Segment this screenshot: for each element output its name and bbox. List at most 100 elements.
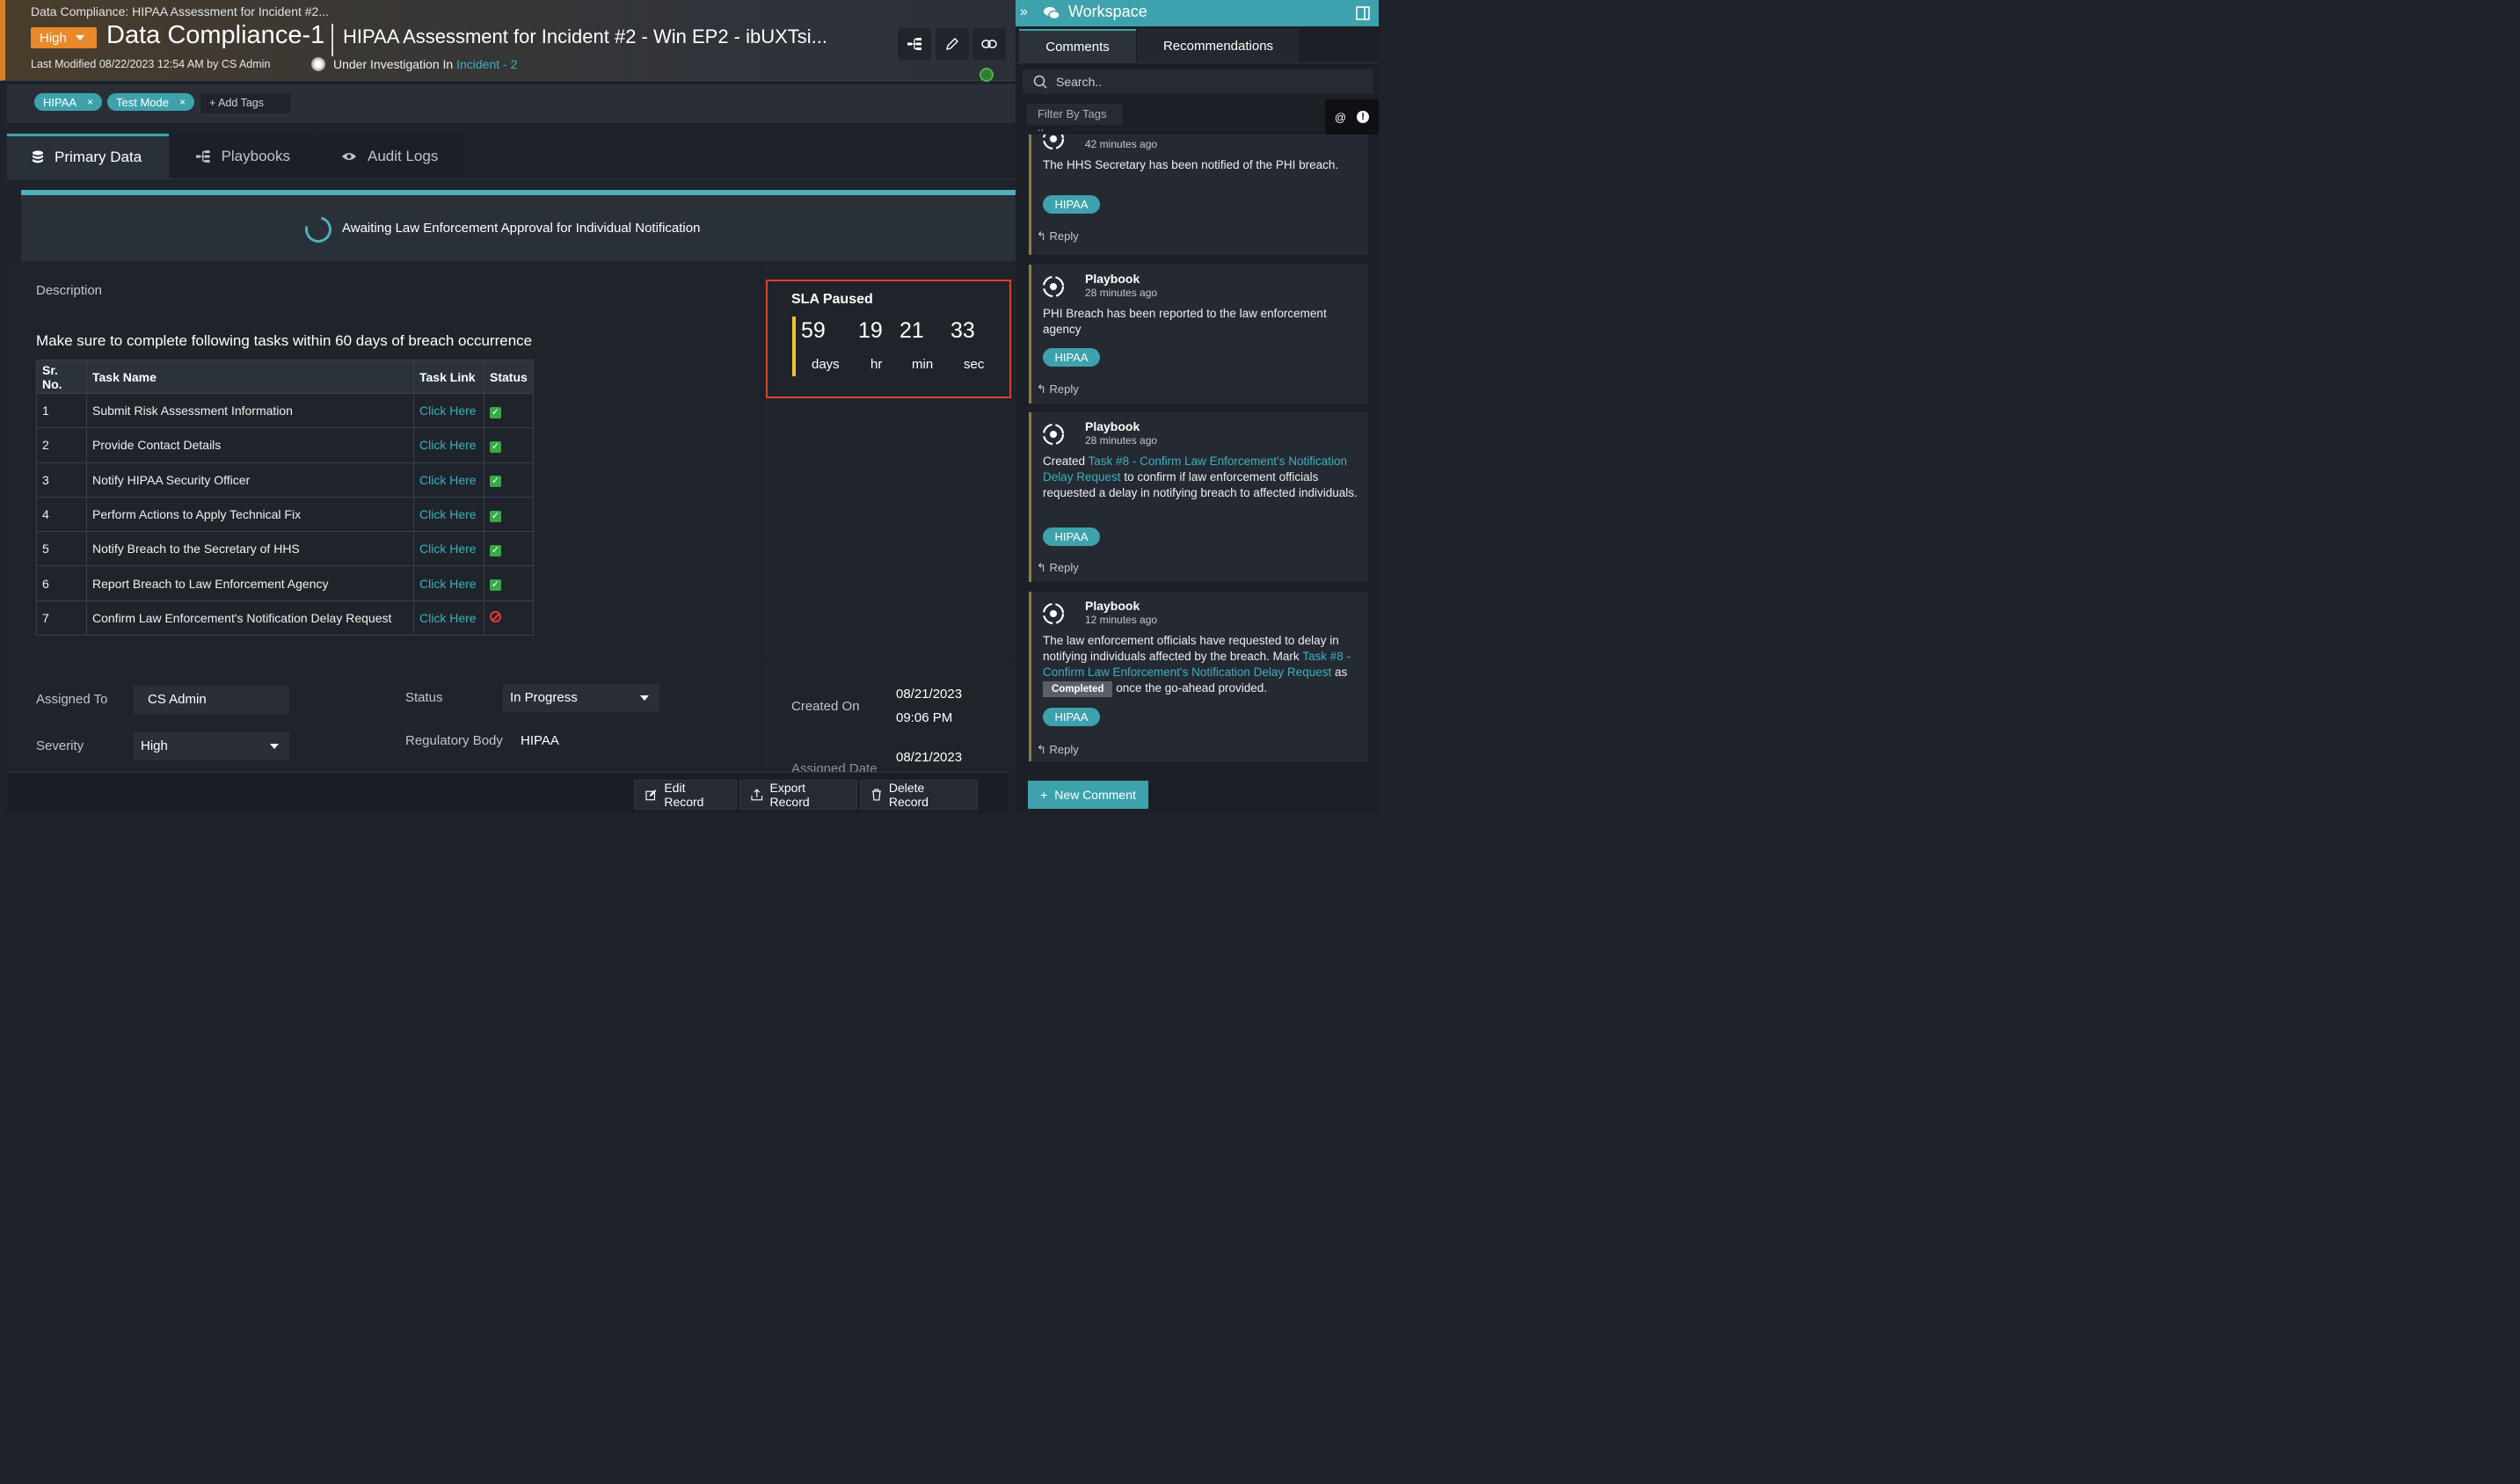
task-number: 1 xyxy=(36,392,87,429)
comments-list: 42 minutes ago The HHS Secretary has bee… xyxy=(1016,135,1379,774)
eye-icon xyxy=(342,152,356,160)
task-name: Notify HIPAA Security Officer xyxy=(86,462,414,498)
reply-button[interactable]: ↰ Reply xyxy=(1037,561,1079,575)
online-indicator-icon xyxy=(980,68,994,82)
reply-button[interactable]: ↰ Reply xyxy=(1037,229,1079,244)
task-number: 6 xyxy=(36,565,87,601)
table-row: 4 Perform Actions to Apply Technical Fix C… xyxy=(36,496,534,533)
incident-link[interactable]: Incident - 2 xyxy=(456,57,517,71)
chat-icon xyxy=(1044,7,1060,20)
copy-link-button[interactable] xyxy=(972,28,1006,60)
task-link[interactable]: Click Here xyxy=(413,392,484,429)
edit-record-button[interactable]: Edit Record xyxy=(634,780,737,810)
task-link[interactable]: Click Here xyxy=(413,600,484,637)
table-row: 5 Notify Breach to the Secretary of HHS Cl… xyxy=(36,531,534,567)
regulatory-body-label: Regulatory Body xyxy=(405,733,503,748)
export-record-label: Export Record xyxy=(769,781,810,809)
search-input[interactable]: Search.. xyxy=(1023,69,1373,94)
assigned-to-field[interactable]: CS Admin xyxy=(134,686,289,714)
delete-record-button[interactable]: Delete Record xyxy=(860,780,978,810)
database-icon xyxy=(33,150,43,164)
comment-time: 28 minutes ago xyxy=(1085,434,1158,447)
checkmark-icon: ✓ xyxy=(490,440,501,453)
divider xyxy=(1016,62,1379,63)
tab-comments[interactable]: Comments xyxy=(1019,29,1136,62)
status-prefix: Under Investigation In xyxy=(333,57,454,71)
task-link[interactable]: Click Here xyxy=(413,531,484,567)
comment-text-part: The law enforcement officials have reque… xyxy=(1043,634,1339,663)
assigned-date-value: 08/21/2023 xyxy=(896,750,963,765)
task-link[interactable]: Click Here xyxy=(413,565,484,601)
task-status: ✓ xyxy=(484,427,534,463)
breadcrumb[interactable]: Data Compliance: HIPAA Assessment for In… xyxy=(31,4,329,18)
investigation-status: Under Investigation In Incident - 2 xyxy=(333,57,517,71)
workspace-panel: » Workspace Comments Recommendations Sea… xyxy=(1016,0,1379,812)
comment-tag[interactable]: HIPAA xyxy=(1043,348,1100,367)
filter-tags-input[interactable]: Filter By Tags .. xyxy=(1027,104,1122,134)
export-icon xyxy=(751,789,763,801)
playbook-icon xyxy=(1042,602,1065,625)
tab-audit-logs[interactable]: Audit Logs xyxy=(317,134,464,178)
tag-label: Test Mode xyxy=(116,95,169,109)
trash-icon xyxy=(871,789,881,801)
task-name: Submit Risk Assessment Information xyxy=(86,392,414,429)
sla-timer: SLA Paused 59 19 21 33 days hr min sec xyxy=(766,280,1011,398)
mention-icon[interactable]: @ xyxy=(1335,111,1346,124)
task-link[interactable]: Click Here xyxy=(413,496,484,533)
comment-tag[interactable]: HIPAA xyxy=(1043,195,1100,214)
task-status: ✓ xyxy=(484,565,534,601)
comment-tag[interactable]: HIPAA xyxy=(1043,527,1100,546)
task-name: Notify Breach to the Secretary of HHS xyxy=(86,531,414,567)
severity-select[interactable]: High xyxy=(134,732,289,760)
comment-time: 28 minutes ago xyxy=(1085,287,1158,299)
comment-author: Playbook xyxy=(1085,599,1140,613)
severity-label: Severity xyxy=(36,738,84,753)
tab-primary-data[interactable]: Primary Data xyxy=(7,134,169,178)
close-icon[interactable]: × xyxy=(87,96,93,108)
playbook-icon xyxy=(1042,423,1065,446)
comment-tag[interactable]: HIPAA xyxy=(1043,708,1100,726)
table-row: 2 Provide Contact Details Click Here ✓ xyxy=(36,427,534,463)
export-record-button[interactable]: Export Record xyxy=(739,780,857,810)
add-tags-button[interactable]: + Add Tags xyxy=(200,93,290,113)
important-icon[interactable]: ! xyxy=(1357,111,1370,123)
chevron-down-icon xyxy=(270,744,279,749)
workspace-header: » Workspace xyxy=(1016,0,1379,26)
close-icon[interactable]: × xyxy=(179,96,186,108)
comment-text: The HHS Secretary has been notified of t… xyxy=(1043,158,1339,171)
task-number: 3 xyxy=(36,462,87,498)
collapse-icon[interactable]: » xyxy=(1020,4,1028,20)
tab-label: Primary Data xyxy=(55,149,142,165)
tag-test-mode[interactable]: Test Mode × xyxy=(107,93,194,111)
playbook-tree-button[interactable] xyxy=(898,28,931,60)
completed-badge: Completed xyxy=(1043,681,1113,697)
tag-hipaa[interactable]: HIPAA × xyxy=(34,93,103,111)
status-select[interactable]: In Progress xyxy=(503,684,659,712)
task-link[interactable]: Click Here xyxy=(413,427,484,463)
tree-icon xyxy=(907,38,921,50)
record-actions: Edit Record Export Record Delete Record xyxy=(7,772,1007,812)
date-fields: Created On 08/21/2023 09:06 PM Assigned … xyxy=(763,659,1016,774)
reply-button[interactable]: ↰ Reply xyxy=(1037,382,1079,396)
tab-label: Audit Logs xyxy=(368,147,439,164)
table-row: 7 Confirm Law Enforcement's Notification … xyxy=(36,600,534,637)
pencil-icon xyxy=(946,38,958,50)
table-row: 6 Report Breach to Law Enforcement Agency… xyxy=(36,565,534,601)
task-number: 2 xyxy=(36,427,87,463)
task-link[interactable]: Click Here xyxy=(413,462,484,498)
task-status: ✓ xyxy=(484,462,534,498)
search-icon xyxy=(1033,75,1047,89)
tab-playbooks[interactable]: Playbooks xyxy=(171,134,315,178)
new-comment-button[interactable]: + New Comment xyxy=(1028,781,1148,809)
checkmark-icon: ✓ xyxy=(490,510,501,522)
checkmark-icon: ✓ xyxy=(490,406,501,418)
tab-recommendations[interactable]: Recommendations xyxy=(1138,29,1299,62)
priority-dropdown[interactable]: High xyxy=(31,27,97,48)
reply-button[interactable]: ↰ Reply xyxy=(1037,743,1079,757)
sla-indicator-bar xyxy=(792,316,796,376)
tree-icon xyxy=(195,149,210,163)
task-number: 5 xyxy=(36,531,87,567)
edit-button[interactable] xyxy=(936,28,969,60)
priority-label: High xyxy=(40,30,67,46)
panel-layout-icon[interactable] xyxy=(1356,6,1370,20)
